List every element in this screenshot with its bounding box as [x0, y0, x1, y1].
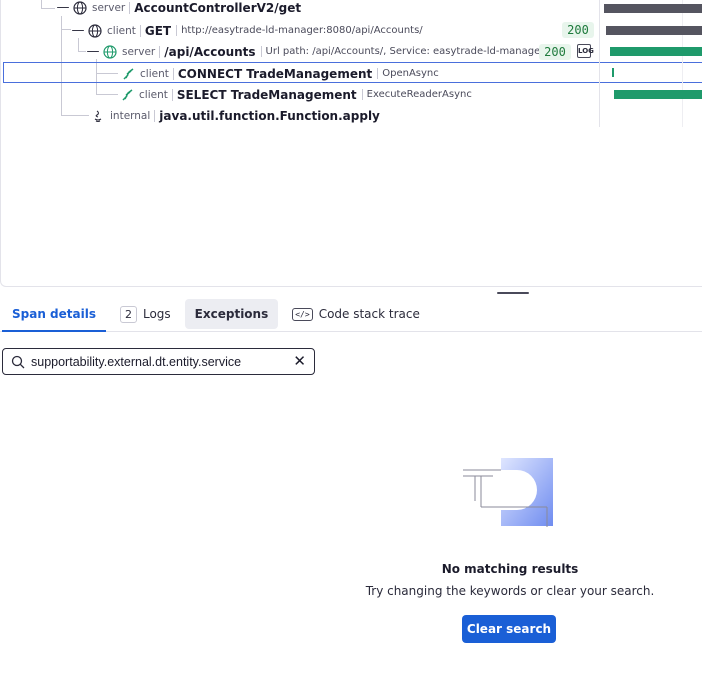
tab-label: Logs: [142, 307, 171, 321]
span-name: GET: [144, 23, 172, 38]
log-icon[interactable]: LOG: [577, 44, 594, 58]
empty-state-title: No matching results: [441, 562, 579, 576]
globe-icon: [88, 23, 102, 38]
collapse-toggle[interactable]: —: [56, 1, 70, 14]
timeline-bar[interactable]: [614, 90, 702, 99]
span-row[interactable]: client SELECT TradeManagement ExecuteRea…: [1, 84, 702, 105]
timeline-bar[interactable]: [612, 68, 614, 77]
timeline-bar[interactable]: [604, 4, 702, 13]
collapse-toggle[interactable]: —: [86, 45, 100, 58]
trace-tree-panel: — server AccountControllerV2/get — clien…: [0, 0, 702, 287]
globe-icon: [73, 0, 87, 15]
search-icon: [11, 355, 25, 369]
span-row[interactable]: internal java.util.function.Function.app…: [1, 105, 702, 126]
span-row[interactable]: — server /api/Accounts Url path: /api/Ac…: [1, 41, 702, 62]
clear-search-button[interactable]: Clear search: [462, 615, 556, 643]
status-badge: 200: [562, 22, 594, 38]
logs-count-badge: 2: [119, 305, 137, 323]
tab-exceptions[interactable]: Exceptions: [184, 299, 279, 329]
database-plug-icon: [121, 67, 135, 81]
span-kind: server: [92, 1, 131, 14]
empty-state-subtitle: Try changing the keywords or clear your …: [365, 584, 655, 598]
database-plug-icon: [120, 88, 134, 102]
span-name: java.util.function.Function.apply: [159, 108, 380, 123]
search-input[interactable]: [31, 354, 271, 369]
span-kind: client: [139, 88, 173, 101]
collapse-toggle[interactable]: —: [71, 24, 85, 37]
java-icon: [91, 109, 105, 123]
details-tabs: Span details 2 Logs Exceptions </> Code …: [0, 297, 702, 332]
span-name: CONNECT TradeManagement: [177, 66, 373, 81]
tab-span-details[interactable]: Span details: [2, 299, 106, 332]
tab-label: Span details: [12, 307, 96, 321]
span-name: AccountControllerV2/get: [134, 0, 302, 15]
span-row-selected[interactable]: client CONNECT TradeManagement OpenAsync: [3, 62, 702, 83]
code-icon: </>: [292, 307, 313, 321]
timeline-bar[interactable]: [606, 26, 702, 35]
tab-logs[interactable]: 2 Logs: [110, 299, 181, 329]
status-badge: 200: [539, 44, 571, 60]
span-url: http://easytrade-ld-manager:8080/api/Acc…: [176, 25, 423, 36]
tab-label: Exceptions: [194, 307, 269, 321]
tab-label: Code stack trace: [318, 307, 420, 321]
span-meta: Url path: /api/Accounts/, Service: easyt…: [260, 46, 550, 57]
search-field[interactable]: ✕: [2, 348, 315, 375]
timeline-divider: [599, 0, 600, 127]
span-name: /api/Accounts: [164, 44, 256, 59]
timeline-bar[interactable]: [610, 47, 702, 56]
no-results-illustration: [463, 457, 555, 533]
span-row[interactable]: — server AccountControllerV2/get: [1, 0, 702, 18]
span-meta: ExecuteReaderAsync: [361, 89, 472, 100]
span-kind: internal: [110, 109, 156, 122]
span-row[interactable]: — client GET http://easytrade-ld-manager…: [1, 20, 702, 41]
span-meta: OpenAsync: [377, 68, 439, 79]
span-kind: client: [140, 67, 174, 80]
timeline-gridline: [682, 0, 683, 127]
panel-resize-handle[interactable]: [497, 292, 529, 294]
clear-search-icon[interactable]: ✕: [293, 354, 306, 369]
globe-icon: [103, 44, 117, 59]
tab-code-stack-trace[interactable]: </> Code stack trace: [282, 299, 430, 329]
span-name: SELECT TradeManagement: [176, 87, 357, 102]
span-kind: client: [107, 24, 141, 37]
span-kind: server: [122, 45, 161, 58]
